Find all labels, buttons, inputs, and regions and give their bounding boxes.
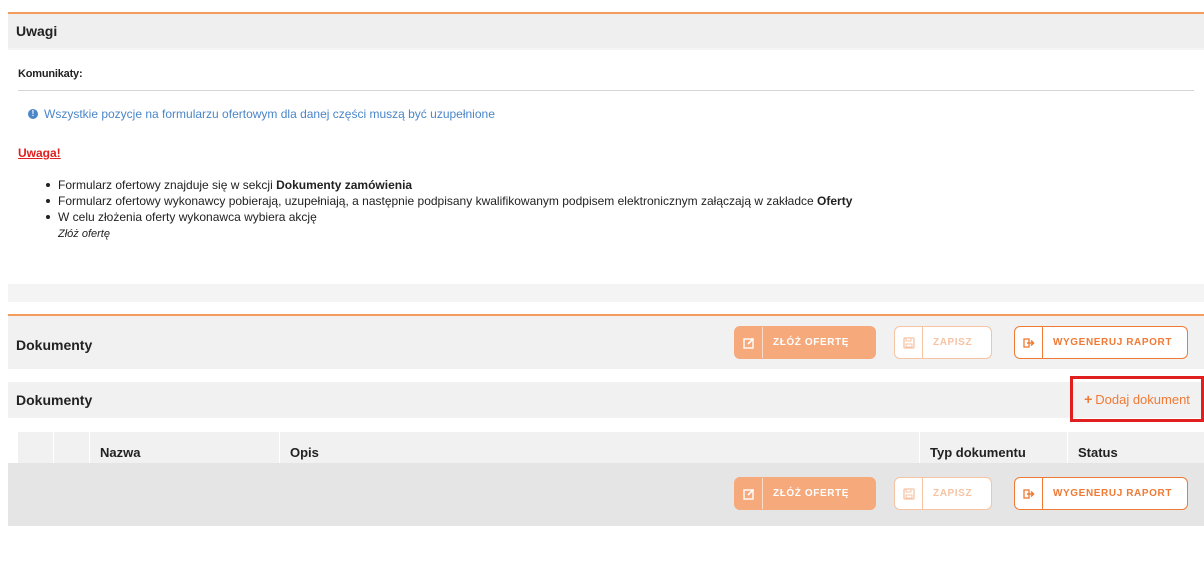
- info-icon: !: [28, 109, 38, 119]
- plus-icon: +: [1084, 391, 1093, 407]
- list-item-text: W celu złożenia oferty wykonawca wybiera…: [58, 210, 317, 224]
- dokumenty-sub-title: Dokumenty: [16, 392, 93, 408]
- uwagi-body: Komunikaty: ! Wszystkie pozycje na formu…: [8, 50, 1204, 284]
- uwagi-title: Uwagi: [16, 23, 58, 39]
- list-item-text: Formularz ofertowy wykonawcy pobierają, …: [58, 194, 818, 208]
- bullet-icon: [46, 199, 50, 203]
- wygeneruj-raport-label: WYGENERUJ RAPORT: [1053, 488, 1173, 499]
- komunikaty-label: Komunikaty:: [18, 68, 83, 80]
- edit-icon: [735, 478, 763, 509]
- dokumenty-title: Dokumenty: [16, 337, 93, 353]
- dokumenty-subheader: Dokumenty: [8, 382, 1204, 418]
- dokumenty-footer: ZŁÓŻ OFERTĘ ZAPISZ WYGENERUJ RAPORT: [8, 463, 1204, 526]
- dokumenty-panel: Dokumenty ZŁÓŻ OFERTĘ ZAPISZ WYGENERUJ R…: [8, 314, 1204, 565]
- uwagi-header: Uwagi: [8, 14, 1204, 48]
- list-item: Formularz ofertowy znajduje się w sekcji…: [46, 177, 852, 193]
- zloz-oferte-label: ZŁÓŻ OFERTĘ: [773, 337, 850, 348]
- wygeneruj-raport-button-footer[interactable]: WYGENERUJ RAPORT: [1014, 477, 1188, 510]
- zloz-oferte-button[interactable]: ZŁÓŻ OFERTĘ: [734, 326, 876, 359]
- zapisz-button-footer[interactable]: ZAPISZ: [894, 477, 992, 510]
- save-icon: [895, 327, 923, 358]
- uwagi-panel: Uwagi Komunikaty: ! Wszystkie pozycje na…: [8, 12, 1204, 302]
- list-item: W celu złożenia oferty wykonawca wybiera…: [46, 209, 852, 225]
- edit-icon: [735, 327, 763, 358]
- list-item: Formularz ofertowy wykonawcy pobierają, …: [46, 193, 853, 209]
- save-icon: [895, 478, 923, 509]
- uwaga-list: Formularz ofertowy znajduje się w sekcji…: [46, 177, 853, 241]
- uwaga-label: Uwaga!: [18, 146, 61, 160]
- zloz-oferte-button-footer[interactable]: ZŁÓŻ OFERTĘ: [734, 477, 876, 510]
- zloz-oferte-label: ZŁÓŻ OFERTĘ: [773, 488, 850, 499]
- dodaj-dokument-button[interactable]: + Dodaj dokument: [1070, 376, 1204, 422]
- export-icon: [1015, 478, 1043, 509]
- list-item-text: Formularz ofertowy znajduje się w sekcji: [58, 178, 277, 192]
- zapisz-button[interactable]: ZAPISZ: [894, 326, 992, 359]
- zapisz-label: ZAPISZ: [933, 337, 973, 348]
- wygeneruj-raport-button[interactable]: WYGENERUJ RAPORT: [1014, 326, 1188, 359]
- list-sub-item: Złóż ofertę: [58, 225, 852, 241]
- export-icon: [1015, 327, 1043, 358]
- wygeneruj-raport-label: WYGENERUJ RAPORT: [1053, 337, 1173, 348]
- list-item-bold: Dokumenty zamówienia: [276, 178, 413, 192]
- zapisz-label: ZAPISZ: [933, 488, 973, 499]
- divider: [18, 90, 1194, 91]
- info-message-text: Wszystkie pozycje na formularzu ofertowy…: [44, 107, 495, 121]
- bullet-icon: [46, 183, 50, 187]
- list-item-bold: Oferty: [817, 194, 853, 208]
- list-sub-item-text: Złóż ofertę: [58, 228, 110, 240]
- dodaj-dokument-label: Dodaj dokument: [1095, 391, 1190, 407]
- bullet-icon: [46, 215, 50, 219]
- info-message: ! Wszystkie pozycje na formularzu oferto…: [28, 107, 495, 121]
- dokumenty-header: Dokumenty ZŁÓŻ OFERTĘ ZAPISZ WYGENERUJ R…: [8, 316, 1204, 369]
